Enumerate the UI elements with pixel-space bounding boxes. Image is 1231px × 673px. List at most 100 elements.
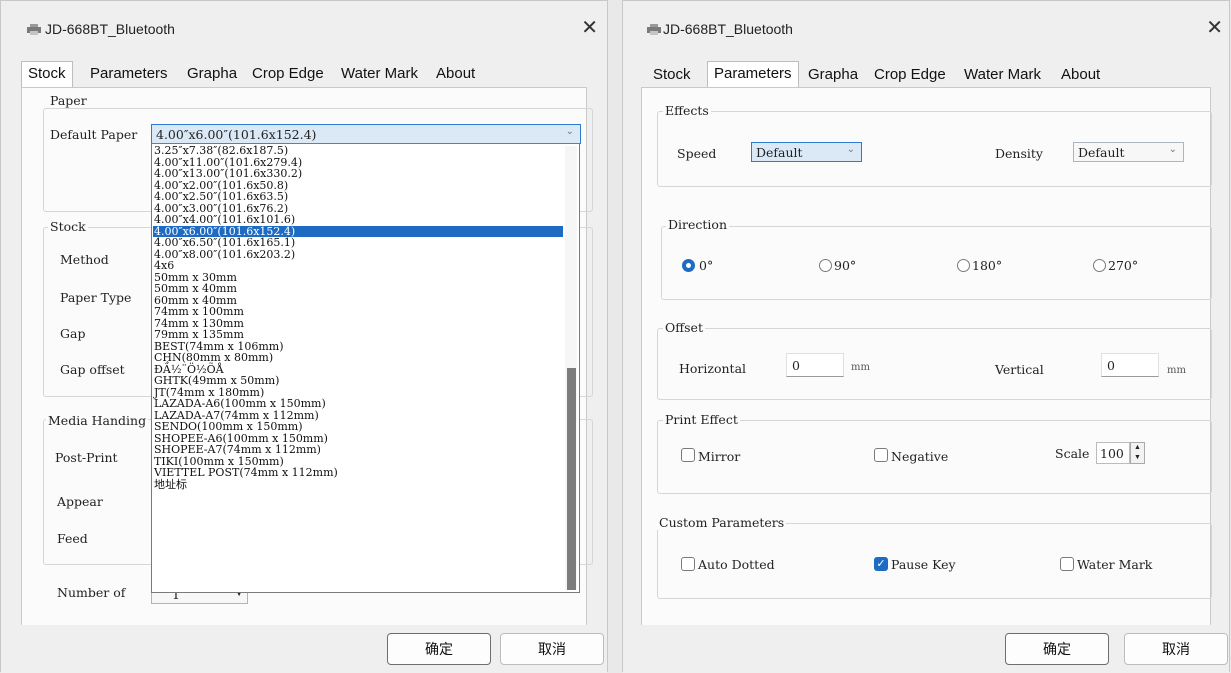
offset-group-label: Offset	[663, 320, 705, 335]
tab-parameters[interactable]: Parameters	[90, 65, 168, 82]
post-print-label: Post-Print	[55, 450, 118, 465]
direction-90-radio[interactable]	[819, 259, 832, 272]
dropdown-option[interactable]: 4.00″x8.00″(101.6x203.2)	[153, 249, 563, 261]
default-paper-label: Default Paper	[50, 127, 138, 142]
chevron-down-icon: ⌄	[565, 126, 574, 137]
dropdown-option[interactable]: 4.00″x2.50″(101.6x63.5)	[153, 191, 563, 203]
method-label: Method	[60, 252, 109, 267]
tab-about[interactable]: About	[436, 65, 475, 82]
horizontal-label: Horizontal	[679, 361, 747, 376]
speed-value: Default	[756, 145, 803, 160]
dropdown-option[interactable]: SHOPEE-A7(74mm x 112mm)	[153, 444, 563, 456]
dropdown-option[interactable]: VIETTEL POST(74mm x 112mm)	[153, 467, 563, 479]
dropdown-option[interactable]: LAZADA-A6(100mm x 150mm)	[153, 398, 563, 410]
direction-180-label: 180°	[972, 258, 1003, 273]
water-mark-checkbox[interactable]	[1060, 557, 1074, 571]
window-title: JD-668BT_Bluetooth	[45, 21, 175, 37]
density-select[interactable]: Default ⌄	[1073, 142, 1184, 162]
tab-about[interactable]: About	[1061, 66, 1100, 83]
direction-0-label: 0°	[699, 258, 714, 273]
tab-crop-edge[interactable]: Crop Edge	[252, 65, 324, 82]
negative-checkbox[interactable]	[874, 448, 888, 462]
dropdown-option[interactable]: 3.25″x7.38″(82.6x187.5)	[153, 145, 563, 157]
media-handing-label: Media Handing	[46, 413, 149, 428]
close-icon[interactable]: ✕	[581, 18, 598, 38]
horizontal-offset-input[interactable]: 0	[786, 353, 844, 377]
dropdown-option[interactable]: 79mm x 135mm	[153, 329, 563, 341]
tab-water-mark[interactable]: Water Mark	[964, 66, 1041, 83]
direction-90-label: 90°	[834, 258, 857, 273]
chevron-down-icon: ⌄	[846, 144, 855, 155]
scale-value: 100	[1100, 446, 1124, 461]
dropdown-option[interactable]: 4x6	[153, 260, 563, 272]
scale-spinner[interactable]: ▲ ▼	[1130, 442, 1145, 464]
tab-grapha[interactable]: Grapha	[187, 65, 237, 82]
dropdown-option[interactable]: 4.00″x4.00″(101.6x101.6)	[153, 214, 563, 226]
scale-input[interactable]: 100	[1096, 442, 1130, 464]
ok-button[interactable]: 确定	[1005, 633, 1109, 665]
tab-stock[interactable]: Stock	[21, 61, 73, 88]
tab-parameters[interactable]: Parameters	[707, 61, 799, 88]
paper-type-label: Paper Type	[60, 290, 132, 305]
dropdown-option[interactable]: 50mm x 40mm	[153, 283, 563, 295]
density-value: Default	[1078, 145, 1125, 160]
ok-button[interactable]: 确定	[387, 633, 491, 665]
cancel-button[interactable]: 取消	[1124, 633, 1228, 665]
vertical-offset-value: 0	[1107, 358, 1115, 373]
custom-parameters-label: Custom Parameters	[657, 515, 787, 530]
tab-grapha[interactable]: Grapha	[808, 66, 858, 83]
auto-dotted-checkbox[interactable]	[681, 557, 695, 571]
dropdown-option[interactable]: 4.00″x13.00″(101.6x330.2)	[153, 168, 563, 180]
checkmark-icon: ✓	[876, 558, 886, 570]
dropdown-option[interactable]: 4.00″x6.50″(101.6x165.1)	[153, 237, 563, 249]
vertical-label: Vertical	[995, 362, 1044, 377]
close-icon[interactable]: ✕	[1206, 18, 1223, 38]
mirror-label: Mirror	[698, 449, 741, 464]
tab-water-mark[interactable]: Water Mark	[341, 65, 418, 82]
vertical-offset-input[interactable]: 0	[1101, 353, 1159, 377]
title-bar: JD-668BT_Bluetooth ✕	[623, 1, 1229, 59]
direction-180-radio[interactable]	[957, 259, 970, 272]
scale-label: Scale	[1055, 446, 1090, 461]
gap-offset-label: Gap offset	[60, 362, 125, 377]
direction-group-label: Direction	[666, 217, 729, 232]
printer-icon	[647, 24, 661, 35]
paper-size-dropdown-list[interactable]: 3.25″x7.38″(82.6x187.5) 4.00″x11.00″(101.…	[151, 143, 580, 593]
dropdown-option[interactable]: 地址标	[153, 479, 563, 491]
title-bar: JD-668BT_Bluetooth ✕	[1, 1, 607, 59]
direction-270-label: 270°	[1108, 258, 1139, 273]
parameters-dialog-window: JD-668BT_Bluetooth ✕ Stock Parameters Gr…	[622, 0, 1230, 673]
pause-key-checkbox[interactable]: ✓	[874, 557, 888, 571]
default-paper-value: 4.00″x6.00″(101.6x152.4)	[156, 127, 317, 142]
tab-bar: Stock Parameters Grapha Crop Edge Water …	[21, 61, 587, 88]
speed-select[interactable]: Default ⌄	[751, 142, 862, 162]
tab-bar: Stock Parameters Grapha Crop Edge Water …	[641, 61, 1209, 88]
effects-group-label: Effects	[663, 103, 711, 118]
print-effect-group-label: Print Effect	[663, 412, 740, 427]
scrollbar-thumb[interactable]	[567, 368, 576, 590]
horizontal-unit: mm	[851, 362, 870, 373]
pause-key-label: Pause Key	[891, 557, 956, 572]
printer-icon	[27, 24, 41, 35]
number-of-label: Number of	[57, 585, 126, 600]
cancel-button[interactable]: 取消	[500, 633, 604, 665]
tab-stock[interactable]: Stock	[653, 66, 691, 83]
mirror-checkbox[interactable]	[681, 448, 695, 462]
dropdown-option[interactable]: SENDO(100mm x 150mm)	[153, 421, 563, 433]
direction-0-radio[interactable]	[682, 259, 695, 272]
negative-label: Negative	[891, 449, 949, 464]
direction-270-radio[interactable]	[1093, 259, 1106, 272]
speed-label: Speed	[677, 146, 717, 161]
default-paper-select[interactable]: 4.00″x6.00″(101.6x152.4) ⌄	[151, 124, 581, 144]
tab-crop-edge[interactable]: Crop Edge	[874, 66, 946, 83]
dropdown-option[interactable]: CHN(80mm x 80mm)	[153, 352, 563, 364]
dropdown-scrollbar[interactable]	[565, 146, 577, 590]
horizontal-offset-value: 0	[792, 358, 800, 373]
chevron-down-icon: ⌄	[1168, 144, 1177, 155]
dropdown-option[interactable]: 74mm x 100mm	[153, 306, 563, 318]
vertical-unit: mm	[1167, 365, 1186, 376]
stock-dialog-window: JD-668BT_Bluetooth ✕ Stock Parameters Gr…	[0, 0, 608, 673]
dropdown-option[interactable]: GHTK(49mm x 50mm)	[153, 375, 563, 387]
paper-group-label: Paper	[48, 93, 89, 108]
water-mark-label: Water Mark	[1077, 557, 1153, 572]
